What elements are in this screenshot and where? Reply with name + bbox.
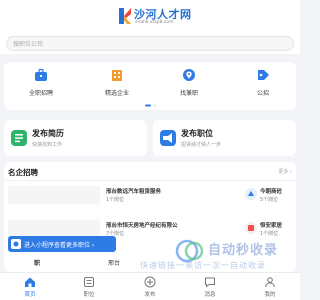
category-label: 找兼职 — [179, 90, 198, 97]
watermark-subtitle: 快速链接一来访一次一自动收录 — [140, 261, 266, 270]
category-label: 公招 — [256, 90, 269, 97]
list-icon — [84, 277, 94, 287]
tab-messages[interactable]: 消息 — [190, 275, 230, 299]
home-icon — [25, 277, 35, 287]
company-logo-icon — [245, 188, 257, 200]
pagination-dots — [145, 104, 156, 107]
company-item[interactable]: 邢台数远汽车租赁服务 1个岗位 — [8, 186, 198, 204]
section-more-link[interactable]: 更多 › — [278, 168, 292, 175]
company-logo — [8, 186, 100, 204]
tab-home[interactable]: 首页 — [10, 275, 50, 299]
tab-label: 职位 — [83, 292, 95, 298]
company-job-count: 1个岗位 — [260, 231, 279, 237]
category-fulltime[interactable]: 全职招聘 — [16, 66, 66, 106]
category-label: 全职招聘 — [28, 90, 53, 97]
publish-resume-card[interactable]: 发布简历 快速找到工作 — [4, 120, 147, 156]
publish-job-subtitle: 招贤纳才快人一步 — [181, 142, 222, 148]
company-item[interactable]: 恒安家居 1个岗位 — [244, 220, 296, 238]
user-icon — [265, 277, 275, 288]
tab-label: 消息 — [204, 292, 216, 298]
search-placeholder: 搜职位公司 — [13, 41, 44, 48]
company-name: 邢台市恒天房地产经纪有限公 — [106, 223, 178, 229]
logo-subtitle: shahe.xtzp8.com — [135, 20, 174, 25]
company-item[interactable]: 今朝商砼 5个岗位 — [244, 186, 296, 204]
tag-icon — [258, 70, 269, 80]
tab-profile[interactable]: 我的 — [250, 275, 290, 299]
category-featured-companies[interactable]: 精选企业 — [92, 66, 142, 106]
company-job-count: 5个岗位 — [260, 197, 279, 203]
publish-resume-title: 发布简历 — [32, 129, 64, 138]
company-logo-icon — [245, 222, 257, 234]
company-job-count: 1个岗位 — [106, 197, 125, 203]
banner-text: 进入小程序查看更多职位 › — [24, 242, 95, 249]
publish-resume-subtitle: 快速找到工作 — [32, 142, 63, 148]
briefcase-icon — [35, 68, 47, 81]
publish-job-title: 发布职位 — [181, 129, 213, 138]
publish-job-card[interactable]: 发布职位 招贤纳才快人一步 — [153, 120, 296, 156]
category-label: 精选企业 — [104, 90, 129, 97]
company-name: 邢台数远汽车租赁服务 — [106, 189, 162, 195]
mini-program-icon — [11, 239, 21, 249]
company-name: 恒安家居 — [260, 223, 283, 229]
bottom-tab-bar: 首页 职位 发布 消息 我的 — [0, 272, 300, 300]
category-grid: 全职招聘 精选企业 找兼职 公招 — [4, 62, 296, 110]
tab-label: 我的 — [264, 292, 276, 298]
tab-publish[interactable]: 发布 — [130, 275, 170, 299]
partial-text-right: 邢台 — [108, 260, 121, 267]
divider — [4, 180, 296, 181]
section-title: 名企招聘 — [8, 168, 38, 177]
logo-mark-icon — [119, 8, 131, 24]
tab-jobs[interactable]: 职位 — [69, 275, 109, 299]
tab-label: 发布 — [144, 292, 156, 298]
watermark-title: 自动秒收录 — [208, 243, 279, 258]
partial-text-left: 职 — [34, 260, 41, 267]
search-input[interactable]: 搜职位公司 — [6, 36, 294, 51]
search-bar-container: 搜职位公司 — [0, 34, 300, 54]
category-public-recruit[interactable]: 公招 — [238, 66, 288, 106]
app-header: 沙河人才网 shahe.xtzp8.com — [0, 0, 300, 34]
megaphone-icon — [160, 130, 176, 146]
site-logo[interactable]: 沙河人才网 shahe.xtzp8.com — [118, 6, 191, 28]
mini-program-banner[interactable]: 进入小程序查看更多职位 › — [8, 236, 116, 252]
tab-label: 首页 — [24, 292, 36, 298]
message-icon — [205, 277, 215, 288]
company-name: 今朝商砼 — [260, 189, 283, 195]
resume-icon — [11, 130, 27, 146]
plus-icon — [144, 276, 156, 288]
location-pin-icon — [183, 69, 195, 81]
category-parttime[interactable]: 找兼职 — [164, 66, 214, 106]
building-icon — [112, 70, 122, 81]
